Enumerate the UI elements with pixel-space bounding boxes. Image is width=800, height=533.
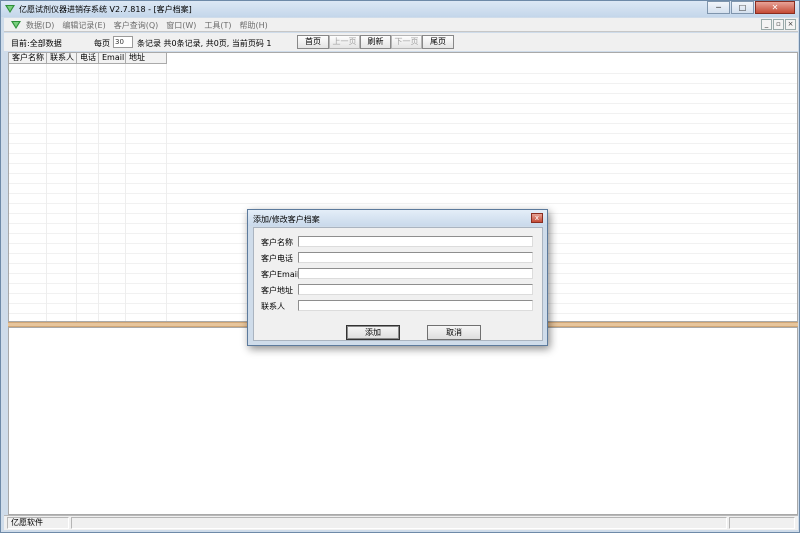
customer-dialog: 添加/修改客户档案 x 客户名称 客户电话 客户Email 客户地址 联系人 添… (247, 209, 548, 346)
child-restore-button[interactable]: ▫ (773, 19, 784, 30)
status-bar: 亿愿软件 (4, 515, 798, 530)
column-header-address[interactable]: 地址 (126, 53, 167, 64)
column-header-phone[interactable]: 电话 (77, 53, 99, 64)
window-title: 亿愿试剂仪器进销存系统 V2.7.818 - [客户档案] (19, 5, 192, 14)
child-minimize-button[interactable]: _ (761, 19, 772, 30)
current-directory-label: 目前:全部数据 (11, 39, 62, 48)
menu-tools[interactable]: 工具(T) (204, 20, 231, 31)
detail-pane (8, 327, 798, 515)
dialog-title: 添加/修改客户档案 (253, 215, 320, 224)
dialog-close-button[interactable]: x (531, 213, 543, 223)
prev-page-button[interactable]: 上一页 (329, 35, 360, 49)
contact-person-label: 联系人 (261, 302, 285, 311)
menu-bar: 数据(D) 编辑记录(E) 客户查询(Q) 窗口(W) 工具(T) 帮助(H) … (4, 18, 798, 32)
app-logo-icon (5, 5, 15, 13)
first-page-button[interactable]: 首页 (297, 35, 329, 49)
menu-customer-query[interactable]: 客户查询(Q) (114, 20, 159, 31)
paging-toolbar: 目前:全部数据 每页 条记录 共0条记录, 共0页, 当前页码 1 首页 上一页… (4, 33, 798, 51)
next-page-button[interactable]: 下一页 (391, 35, 422, 49)
column-header-customer-name[interactable]: 客户名称 (9, 53, 47, 64)
customer-name-field[interactable] (298, 236, 533, 247)
menu-help[interactable]: 帮助(H) (240, 20, 268, 31)
status-panel-right (729, 517, 795, 529)
child-window-controls: _ ▫ × (760, 19, 796, 30)
window-controls: ─ □ ✕ (706, 1, 795, 15)
cancel-button[interactable]: 取消 (427, 325, 481, 340)
add-button[interactable]: 添加 (346, 325, 400, 340)
dialog-body: 客户名称 客户电话 客户Email 客户地址 联系人 添加 取消 (253, 227, 543, 341)
menu-data[interactable]: 数据(D) (26, 20, 54, 31)
status-panel-main (71, 517, 727, 529)
per-page-label: 每页 (94, 39, 110, 48)
title-bar: 亿愿试剂仪器进销存系统 V2.7.818 - [客户档案] ─ □ ✕ (1, 1, 799, 17)
per-page-input[interactable] (113, 36, 133, 48)
customer-name-label: 客户名称 (261, 238, 293, 247)
column-header-contact[interactable]: 联系人 (47, 53, 77, 64)
column-header-email[interactable]: Email (99, 53, 126, 64)
menu-window[interactable]: 窗口(W) (166, 20, 196, 31)
contact-person-field[interactable] (298, 300, 533, 311)
menu-edit-record[interactable]: 编辑记录(E) (62, 20, 105, 31)
last-page-button[interactable]: 尾页 (422, 35, 454, 49)
maximize-button[interactable]: □ (731, 1, 754, 14)
close-button[interactable]: ✕ (755, 1, 795, 14)
customer-address-label: 客户地址 (261, 286, 293, 295)
child-window-icon[interactable] (11, 21, 21, 29)
refresh-button[interactable]: 刷新 (360, 35, 391, 49)
customer-address-field[interactable] (298, 284, 533, 295)
customer-phone-field[interactable] (298, 252, 533, 263)
grid-header: 客户名称 联系人 电话 Email 地址 (9, 53, 167, 64)
minimize-button[interactable]: ─ (707, 1, 730, 14)
dialog-title-bar: 添加/修改客户档案 x (248, 210, 547, 226)
customer-phone-label: 客户电话 (261, 254, 293, 263)
customer-email-label: 客户Email (261, 270, 300, 279)
record-summary: 条记录 共0条记录, 共0页, 当前页码 1 (137, 39, 272, 48)
customer-email-field[interactable] (298, 268, 533, 279)
status-company: 亿愿软件 (7, 517, 69, 529)
child-close-button[interactable]: × (785, 19, 796, 30)
